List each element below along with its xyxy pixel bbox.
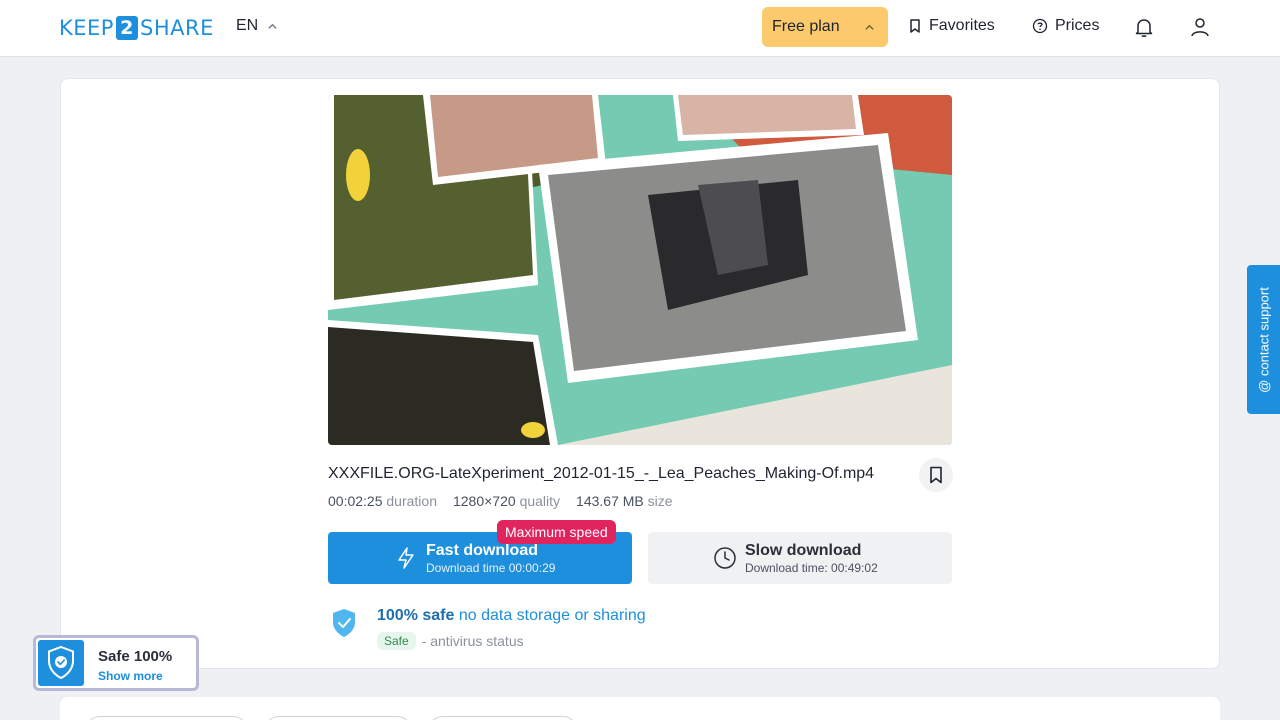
bookmark-icon xyxy=(910,19,920,33)
bottom-tab-2[interactable] xyxy=(264,716,412,720)
user-icon xyxy=(1191,18,1209,37)
size-label: size xyxy=(647,493,673,509)
language-selector[interactable]: EN xyxy=(236,17,277,35)
show-more-link[interactable]: Show more xyxy=(98,669,163,683)
favorites-label: Favorites xyxy=(929,17,995,34)
quality-value: 1280×720 xyxy=(452,493,516,509)
free-plan-button[interactable]: Free plan xyxy=(762,7,888,47)
video-preview[interactable] xyxy=(328,95,952,445)
logo-text-right: SHARE xyxy=(139,16,214,40)
slow-download-title: Slow download xyxy=(745,542,862,559)
widget-title: Safe 100% xyxy=(98,648,173,665)
slow-download-button[interactable]: Slow download Download time: 00:49:02 xyxy=(648,532,952,584)
lightning-icon xyxy=(398,547,414,569)
bookmark-icon xyxy=(930,466,942,484)
help-circle-icon xyxy=(1032,18,1048,34)
size-item: 143.67 MB size xyxy=(576,493,673,509)
quality-label: quality xyxy=(519,493,561,509)
size-value: 143.67 MB xyxy=(576,493,644,509)
notifications-button[interactable] xyxy=(1132,15,1156,39)
chevron-up-icon xyxy=(268,23,277,29)
safety-text: no data storage or sharing xyxy=(458,607,646,624)
fast-download-time: Download time 00:00:29 xyxy=(426,561,556,575)
bottom-tab-1[interactable] xyxy=(85,716,248,720)
shield-badge xyxy=(38,640,84,686)
logo-text-left: KEEP xyxy=(59,16,114,40)
antivirus-status: Safe - antivirus status xyxy=(377,632,524,650)
shield-check-icon xyxy=(48,645,74,680)
language-label: EN xyxy=(236,17,259,34)
safe-status-badge: Safe xyxy=(377,632,416,650)
top-header: KEEP 2 SHARE EN Free plan Favorites Pric… xyxy=(0,0,1280,57)
duration-value: 00:02:25 xyxy=(328,493,383,509)
logo-badge: 2 xyxy=(115,16,138,40)
add-to-favorites-button[interactable] xyxy=(919,458,953,492)
file-meta: 00:02:25 duration 1280×720 quality 143.6… xyxy=(328,493,673,509)
bottom-tab-3[interactable] xyxy=(428,716,578,720)
duration-item: 00:02:25 duration xyxy=(328,493,437,509)
quality-item: 1280×720 quality xyxy=(453,493,560,509)
prices-label: Prices xyxy=(1055,17,1100,34)
contact-support-label: @ contact support xyxy=(1256,286,1271,393)
file-name: XXXFILE.ORG-LateXperiment_2012-01-15_-_L… xyxy=(328,465,875,482)
favorites-link[interactable]: Favorites xyxy=(908,17,995,35)
logo[interactable]: KEEP 2 SHARE xyxy=(59,16,214,40)
safe-100-widget[interactable]: Safe 100% Show more xyxy=(33,635,199,691)
plan-label: Free plan xyxy=(772,18,840,35)
safety-bold: 100% safe xyxy=(377,607,455,624)
account-button[interactable] xyxy=(1188,15,1212,39)
chevron-up-icon xyxy=(865,24,874,30)
video-thumbnail-image xyxy=(328,95,952,445)
prices-link[interactable]: Prices xyxy=(1032,17,1099,35)
maximum-speed-badge: Maximum speed xyxy=(497,520,616,544)
shield-check-icon xyxy=(333,609,355,637)
bottom-section xyxy=(60,697,1220,720)
bell-icon xyxy=(1135,19,1153,37)
clock-icon xyxy=(714,547,736,569)
contact-support-tab[interactable]: @ contact support xyxy=(1247,265,1280,414)
safety-statement: 100% safe no data storage or sharing xyxy=(377,607,646,625)
slow-download-time: Download time: 00:49:02 xyxy=(745,561,878,575)
duration-label: duration xyxy=(386,493,437,509)
fast-download-title: Fast download xyxy=(426,542,538,559)
antivirus-status-label: - antivirus status xyxy=(421,633,524,649)
